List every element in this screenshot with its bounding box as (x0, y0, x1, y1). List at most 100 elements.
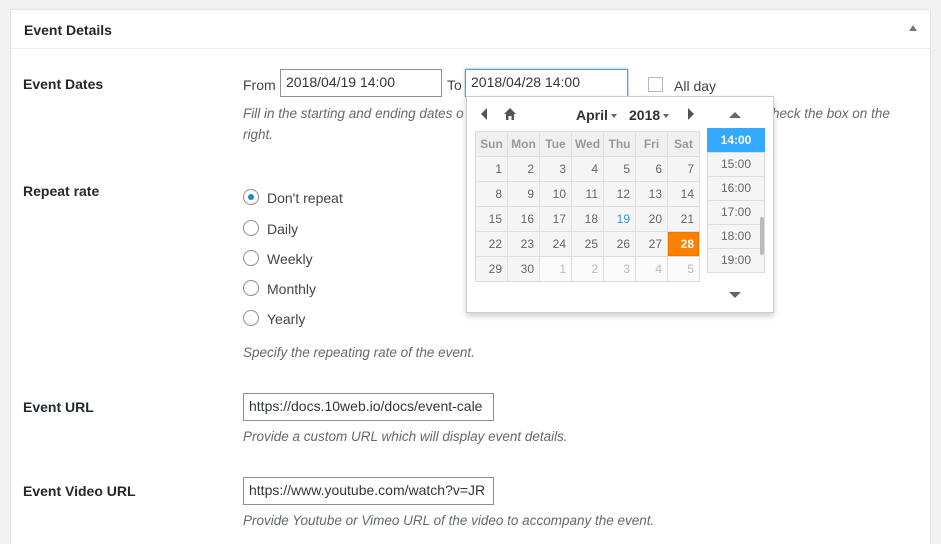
event-url-label: Event URL (23, 399, 94, 415)
calendar-day[interactable]: 26 (603, 231, 636, 257)
calendar-day[interactable]: 15 (475, 206, 508, 232)
calendar-day[interactable]: 6 (635, 156, 668, 182)
time-option[interactable]: 18:00 (707, 224, 765, 249)
calendar-day[interactable]: 18 (571, 206, 604, 232)
calendar-day[interactable]: 16 (507, 206, 540, 232)
repeat-radio-don-t-repeat[interactable] (243, 189, 259, 205)
calendar-day[interactable]: 17 (539, 206, 572, 232)
calendar-week: 15 16 17 18 19 20 21 (475, 206, 700, 232)
panel-header[interactable]: Event Details (11, 10, 930, 49)
calendar-week: 8 9 10 11 12 13 14 (475, 181, 700, 207)
calendar-day[interactable]: 14 (667, 181, 700, 207)
calendar-day[interactable]: 11 (571, 181, 604, 207)
to-label: To (447, 77, 462, 93)
calendar-week: 1234567 (475, 156, 700, 182)
calendar-day[interactable]: 30 (507, 256, 540, 282)
calendar-day[interactable]: 28 (667, 231, 700, 257)
event-dates-description-right: heck the box on the (772, 106, 890, 121)
calendar-day[interactable]: 2 (507, 156, 540, 182)
time-option[interactable]: 15:00 (707, 152, 765, 177)
chevron-down-icon (663, 114, 670, 119)
time-option[interactable]: 19:00 (707, 248, 765, 273)
chevron-down-icon (610, 114, 617, 119)
weekday-label: Sun (475, 131, 508, 157)
repeat-option-label[interactable]: Weekly (267, 251, 313, 267)
repeat-option-label[interactable]: Yearly (267, 311, 305, 327)
event-dates-description: Fill in the starting and ending dates o (243, 103, 464, 124)
calendar-day[interactable]: 21 (667, 206, 700, 232)
time-option[interactable]: 17:00 (707, 200, 765, 225)
repeat-description: Specify the repeating rate of the event. (243, 345, 475, 360)
panel-title: Event Details (24, 22, 112, 38)
calendar-day[interactable]: 25 (571, 231, 604, 257)
next-month-icon[interactable] (688, 108, 694, 120)
calendar-week: 22 23 24 25 26 27 28 (475, 231, 700, 257)
calendar-day[interactable]: 20 (635, 206, 668, 232)
start-date-input[interactable]: 2018/04/19 14:00 (280, 69, 442, 97)
year-select[interactable]: 2018 (629, 107, 670, 123)
time-option[interactable]: 14:00 (707, 128, 765, 153)
calendar-day[interactable]: 5 (603, 156, 636, 182)
video-url-description: Provide Youtube or Vimeo URL of the vide… (243, 513, 655, 528)
calendar-day[interactable]: 3 (539, 156, 572, 182)
event-url-input[interactable]: https://docs.10web.io/docs/event-cale (243, 393, 494, 421)
time-scrollbar[interactable] (760, 217, 764, 255)
calendar-day[interactable]: 23 (507, 231, 540, 257)
calendar-day[interactable]: 2 (571, 256, 604, 282)
calendar-day[interactable]: 1 (539, 256, 572, 282)
calendar-day[interactable]: 4 (635, 256, 668, 282)
calendar-week: 29 30 1 2 3 4 5 (475, 256, 700, 282)
calendar-day[interactable]: 7 (667, 156, 700, 182)
event-dates-description-line2: right. (243, 127, 274, 142)
calendar-day[interactable]: 12 (603, 181, 636, 207)
repeat-rate-label: Repeat rate (23, 183, 100, 199)
calendar-day[interactable]: 22 (475, 231, 508, 257)
weekday-header: Sun Mon Tue Wed Thu Fri Sat (475, 131, 700, 157)
month-label: April (576, 107, 608, 123)
time-list: 14:00 15:00 16:00 17:00 18:00 19:00 (707, 128, 765, 273)
video-url-input[interactable]: https://www.youtube.com/watch?v=JR (243, 477, 494, 505)
calendar-day[interactable]: 29 (475, 256, 508, 282)
calendar-day[interactable]: 19 (603, 206, 636, 232)
calendar-day[interactable]: 10 (539, 181, 572, 207)
repeat-option-label[interactable]: Don't repeat (267, 190, 343, 206)
repeat-radio-weekly[interactable] (243, 250, 259, 266)
calendar-grid: Sun Mon Tue Wed Thu Fri Sat 1 2 3 4 5 6 7 8 9 10 11 12 13 1… (475, 131, 700, 282)
collapse-arrow-icon[interactable] (909, 25, 917, 31)
weekday-label: Thu (603, 131, 636, 157)
weekday-label: Fri (635, 131, 668, 157)
all-day-label: All day (674, 78, 717, 94)
video-url-label: Event Video URL (23, 483, 136, 499)
end-date-input[interactable]: 2018/04/28 14:00 (465, 69, 628, 97)
repeat-radio-yearly[interactable] (243, 310, 259, 326)
event-dates-label: Event Dates (23, 76, 104, 92)
repeat-radio-daily[interactable] (243, 220, 259, 236)
time-option[interactable]: 16:00 (707, 176, 765, 201)
repeat-radio-monthly[interactable] (243, 280, 259, 296)
event-url-description: Provide a custom URL which will display … (243, 429, 568, 444)
home-icon[interactable] (503, 107, 517, 121)
calendar-day[interactable]: 5 (667, 256, 700, 282)
calendar-day[interactable]: 24 (539, 231, 572, 257)
calendar-day[interactable]: 3 (603, 256, 636, 282)
calendar-day[interactable]: 9 (507, 181, 540, 207)
calendar-day[interactable]: 27 (635, 231, 668, 257)
time-scroll-up-icon[interactable] (729, 112, 741, 118)
weekday-label: Wed (571, 131, 604, 157)
calendar-day[interactable]: 13 (635, 181, 668, 207)
calendar-day[interactable]: 4 (571, 156, 604, 182)
weekday-label: Sat (667, 131, 700, 157)
calendar-day[interactable]: 1 (475, 156, 508, 182)
weekday-label: Tue (539, 131, 572, 157)
from-label: From (243, 77, 276, 93)
month-select[interactable]: April (576, 107, 617, 123)
all-day-checkbox[interactable] (648, 77, 663, 92)
calendar-day[interactable]: 8 (475, 181, 508, 207)
event-dates-description-part1: Fill in the starting and ending dates o (243, 106, 464, 121)
time-scroll-down-icon[interactable] (729, 292, 741, 298)
year-label: 2018 (629, 107, 661, 123)
prev-month-icon[interactable] (481, 108, 487, 120)
weekday-label: Mon (507, 131, 540, 157)
repeat-option-label[interactable]: Monthly (267, 281, 316, 297)
repeat-option-label[interactable]: Daily (267, 221, 298, 237)
